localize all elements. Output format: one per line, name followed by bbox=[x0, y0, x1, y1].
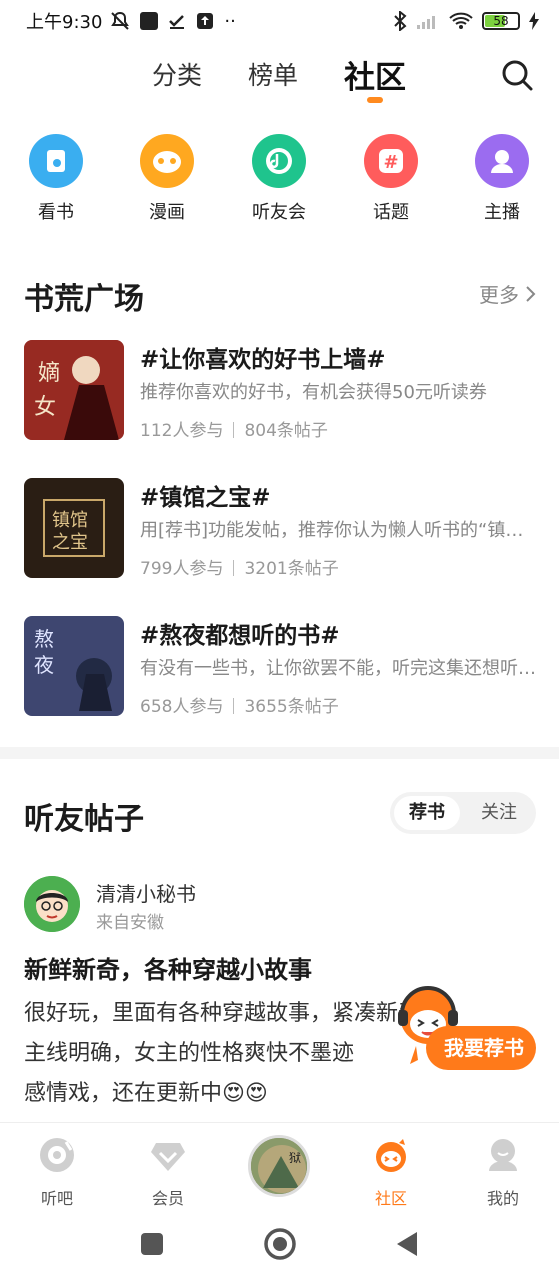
battery-level: 58 bbox=[493, 14, 509, 28]
post-title[interactable]: 新鲜新奇，各种穿越小故事 bbox=[24, 950, 312, 985]
profile-icon bbox=[489, 1139, 517, 1171]
section-divider bbox=[0, 747, 559, 759]
status-time: 上午9:30 bbox=[26, 12, 103, 33]
avatar[interactable] bbox=[24, 876, 80, 932]
nav-vip[interactable]: 会员 bbox=[128, 1137, 208, 1209]
topic-desc: 有没有一些书，让你欲罢不能，听完这集还想听下一集 bbox=[140, 658, 540, 679]
quick-entry-read[interactable]: 看书 bbox=[21, 134, 91, 224]
now-playing-cover[interactable]: 狱 bbox=[248, 1135, 310, 1197]
status-left-icons: ·· bbox=[110, 10, 236, 32]
system-nav-bar bbox=[0, 1206, 559, 1280]
segment-recommend[interactable]: 荐书 bbox=[394, 796, 460, 830]
mute-bell-icon bbox=[111, 11, 130, 30]
topic-posts: 3655条帖子 bbox=[244, 697, 339, 717]
comic-icon bbox=[140, 134, 194, 188]
quick-entry-label: 话题 bbox=[373, 202, 409, 223]
more-button[interactable]: 更多 bbox=[479, 279, 537, 308]
recommend-book-button[interactable]: 我要荐书 bbox=[396, 976, 538, 1076]
svg-text:#: # bbox=[383, 152, 398, 173]
post-body-line: 感情戏，还在更新中😍😍 bbox=[24, 1081, 268, 1106]
search-icon[interactable] bbox=[500, 58, 534, 92]
topic-stats: 112人参与 804条帖子 bbox=[140, 416, 328, 441]
post-filter-segment: 荐书 关注 bbox=[390, 792, 536, 834]
quick-entry-label: 看书 bbox=[38, 202, 74, 223]
quick-entry-topic[interactable]: # 话题 bbox=[356, 134, 426, 224]
active-tab-indicator bbox=[367, 97, 383, 103]
upload-notification-icon bbox=[197, 13, 214, 29]
quick-entry-label: 主播 bbox=[484, 202, 520, 223]
topic-item[interactable]: 镇馆 之宝 #镇馆之宝# 用[荐书]功能发帖，推荐你认为懒人听书的“镇馆之宝” 7… bbox=[24, 478, 540, 580]
nav-profile[interactable]: 我的 bbox=[463, 1137, 543, 1209]
book-plaza-title: 书荒广场 bbox=[24, 282, 144, 317]
svg-text:女: 女 bbox=[34, 395, 56, 420]
segment-follow[interactable]: 关注 bbox=[466, 796, 532, 830]
listener-club-icon bbox=[252, 134, 306, 188]
topic-title: #镇馆之宝# bbox=[140, 485, 271, 511]
more-notifications-icon: ·· bbox=[224, 10, 236, 32]
hashtag-icon: # bbox=[364, 134, 418, 188]
posts-section-title: 听友帖子 bbox=[24, 802, 144, 837]
svg-text:之宝: 之宝 bbox=[52, 532, 88, 553]
anchor-icon bbox=[475, 134, 529, 188]
quick-entry-comic[interactable]: 漫画 bbox=[132, 134, 202, 224]
topic-posts: 3201条帖子 bbox=[244, 559, 339, 579]
topic-stats: 799人参与 3201条帖子 bbox=[140, 554, 339, 579]
diamond-icon bbox=[151, 1143, 185, 1171]
quick-entry-listener-club[interactable]: 听友会 bbox=[244, 134, 314, 224]
app-notification-icon bbox=[140, 12, 159, 30]
community-icon bbox=[376, 1139, 406, 1172]
topic-desc: 推荐你喜欢的好书，有机会获得50元听读券 bbox=[140, 382, 487, 403]
bluetooth-icon bbox=[394, 11, 407, 31]
recent-apps-button[interactable] bbox=[141, 1233, 163, 1255]
nav-community[interactable]: 社区 bbox=[351, 1137, 431, 1209]
topic-cover: 熬夜 bbox=[24, 616, 124, 716]
tab-category[interactable]: 分类 bbox=[152, 56, 202, 92]
quick-entry-anchor[interactable]: 主播 bbox=[467, 134, 537, 224]
book-icon bbox=[29, 134, 83, 188]
top-tabs: 分类 榜单 社区 bbox=[0, 50, 559, 110]
back-button[interactable] bbox=[395, 1230, 419, 1258]
tab-ranking[interactable]: 榜单 bbox=[248, 56, 298, 92]
more-label: 更多 bbox=[479, 283, 519, 307]
status-right-icons: 58 bbox=[393, 11, 539, 31]
topic-participants: 658人参与 bbox=[140, 697, 224, 717]
svg-text:镇馆: 镇馆 bbox=[52, 510, 88, 531]
topic-desc: 用[荐书]功能发帖，推荐你认为懒人听书的“镇馆之宝” bbox=[140, 520, 540, 541]
chevron-right-icon bbox=[526, 285, 536, 302]
topic-participants: 799人参与 bbox=[140, 559, 224, 579]
topic-item[interactable]: 熬夜 #熬夜都想听的书# 有没有一些书，让你欲罢不能，听完这集还想听下一集 65… bbox=[24, 616, 540, 718]
topic-item[interactable]: 嫡女 #让你喜欢的好书上墙# 推荐你喜欢的好书，有机会获得50元听读券 112人… bbox=[24, 340, 539, 442]
quick-entry-label: 漫画 bbox=[149, 202, 185, 223]
home-button[interactable] bbox=[263, 1227, 297, 1261]
signal-icon bbox=[417, 16, 435, 29]
post-location: 来自安徽 bbox=[96, 913, 164, 933]
topic-cover: 镇馆 之宝 bbox=[24, 478, 124, 578]
topic-title: #熬夜都想听的书# bbox=[140, 623, 340, 649]
quick-entry-label: 听友会 bbox=[252, 202, 306, 223]
tab-community[interactable]: 社区 bbox=[344, 52, 406, 97]
svg-text:熬: 熬 bbox=[34, 627, 54, 651]
topic-stats: 658人参与 3655条帖子 bbox=[140, 692, 339, 717]
topic-participants: 112人参与 bbox=[140, 421, 224, 441]
battery-icon: 58 bbox=[482, 12, 520, 30]
status-bar: 上午9:30 ·· 58 bbox=[0, 0, 559, 42]
svg-text:夜: 夜 bbox=[34, 653, 54, 677]
charging-icon bbox=[529, 12, 539, 30]
topic-title: #让你喜欢的好书上墙# bbox=[140, 347, 386, 373]
check-notification-icon bbox=[169, 15, 185, 29]
recommend-book-label: 我要荐书 bbox=[426, 1026, 536, 1070]
wifi-icon bbox=[449, 12, 473, 29]
topic-cover: 嫡女 bbox=[24, 340, 124, 440]
nav-listen[interactable]: 听吧 bbox=[17, 1137, 97, 1209]
topic-posts: 804条帖子 bbox=[244, 421, 328, 441]
svg-text:嫡: 嫡 bbox=[38, 361, 60, 386]
post-username[interactable]: 清清小秘书 bbox=[96, 878, 196, 907]
quick-entries: 看书 漫画 听友会 # 话题 主播 bbox=[0, 134, 559, 234]
disc-icon bbox=[40, 1138, 74, 1172]
bottom-nav: 听吧 会员 狱 社区 我的 bbox=[0, 1122, 559, 1209]
svg-text:狱: 狱 bbox=[289, 1151, 301, 1165]
